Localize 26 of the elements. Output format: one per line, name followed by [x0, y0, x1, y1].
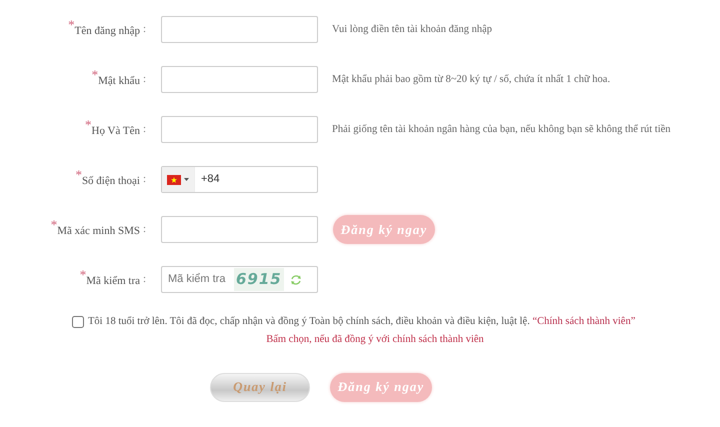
input-field[interactable] — [161, 66, 318, 93]
policy-link[interactable]: “Chính sách thành viên” — [532, 316, 636, 327]
colon-text: : — [143, 73, 146, 86]
captcha-field[interactable]: Mã kiểm tra 6915 — [161, 266, 318, 293]
agree-checkbox[interactable] — [72, 316, 84, 328]
hint-text: Vui lòng điền tên tài khoản đăng nhập — [332, 22, 492, 37]
input-field[interactable] — [161, 116, 318, 143]
phone-field[interactable]: +84 — [161, 166, 318, 193]
error-text: Bấm chọn, nếu đã đồng ý với chính sách thành viên — [265, 332, 485, 347]
colon-text: : — [143, 173, 146, 186]
back-button[interactable]: Quay lại — [210, 372, 310, 402]
colon-text: : — [143, 23, 146, 36]
colon-text: : — [143, 123, 146, 136]
flag-icon[interactable] — [167, 174, 181, 184]
register-button[interactable]: Đăng ký ngay — [330, 372, 432, 402]
agreement-text: Tôi 18 tuổi trở lên. Tôi đã đọc, chấp nhận và đồng ý Toàn bộ chính sách, điều khoản và điều kiện, luật lệ. “Chính sách thành viên” — [88, 315, 636, 329]
input-field[interactable] — [161, 16, 318, 43]
caret-icon[interactable] — [184, 178, 189, 181]
colon-text: : — [143, 223, 146, 236]
captcha-code: 6915 — [234, 268, 284, 291]
refresh-icon[interactable] — [290, 274, 302, 286]
input-field[interactable] — [161, 216, 318, 243]
hint-text: Mật khẩu phải bao gồm từ 8~20 ký tự / số, chứa ít nhất 1 chữ hoa. — [332, 72, 610, 87]
hint-text: Phải giống tên tài khoản ngân hàng của bạn, nếu không bạn sẽ không thể rút tiền — [332, 122, 671, 137]
send-code-button[interactable]: Đăng ký ngay — [333, 215, 435, 244]
colon-text: : — [143, 273, 146, 286]
